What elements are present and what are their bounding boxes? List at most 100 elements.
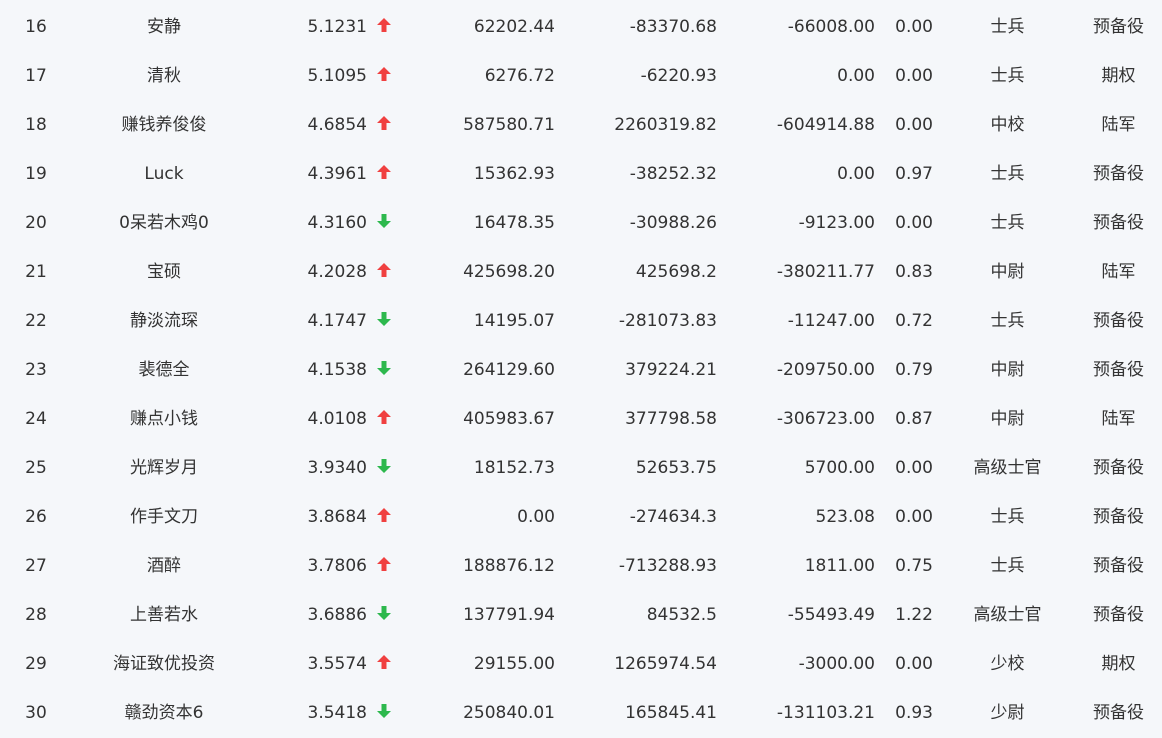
value1-cell: 587580.71	[463, 115, 555, 135]
score-cell: 4.1747	[307, 311, 367, 331]
value2-cell: -83370.68	[629, 17, 717, 37]
score-cell: 3.5574	[307, 654, 367, 674]
value1-cell: 250840.01	[463, 703, 555, 723]
score-cell: 4.2028	[307, 262, 367, 282]
value2-cell: 1265974.54	[614, 654, 717, 674]
arrow-down-icon	[376, 591, 392, 640]
value2-cell: -38252.32	[629, 164, 717, 184]
arrow-down-icon	[376, 297, 392, 346]
table-row[interactable]: 30 赣劲资本6 3.5418 250840.01 165845.41 -131103.2…	[0, 689, 1162, 738]
value1-cell: 18152.73	[473, 458, 555, 478]
value3-cell: -306723.00	[776, 409, 875, 429]
group-cell: 陆军	[1101, 262, 1136, 282]
value1-cell: 62202.44	[473, 17, 555, 37]
value4-cell: 1.22	[895, 605, 933, 625]
score-cell: 3.6886	[307, 605, 367, 625]
value2-cell: -30988.26	[629, 213, 717, 233]
value4-cell: 0.97	[895, 164, 933, 184]
rank-cell: 22	[25, 311, 47, 331]
level-cell: 中尉	[990, 262, 1025, 282]
table-row[interactable]: 21 宝硕 4.2028 425698.20 425698.2 -380211.77 0.8…	[0, 248, 1162, 297]
group-cell: 预备役	[1093, 458, 1144, 478]
value4-cell: 0.00	[895, 654, 933, 674]
level-cell: 少尉	[990, 703, 1025, 723]
score-cell: 3.5418	[307, 703, 367, 723]
arrow-up-icon	[376, 150, 392, 199]
score-cell: 5.1095	[307, 66, 367, 86]
name-cell: 宝硕	[147, 262, 181, 282]
table-row[interactable]: 18 赚钱养俊俊 4.6854 587580.71 2260319.82 -604914.…	[0, 101, 1162, 150]
value4-cell: 0.87	[895, 409, 933, 429]
rank-cell: 18	[25, 115, 47, 135]
group-cell: 期权	[1101, 654, 1136, 674]
group-cell: 陆军	[1101, 115, 1136, 135]
table-row[interactable]: 25 光辉岁月 3.9340 18152.73 52653.75 5700.00 0.00 高…	[0, 444, 1162, 493]
value2-cell: 84532.5	[646, 605, 717, 625]
group-cell: 预备役	[1093, 17, 1144, 37]
value1-cell: 425698.20	[463, 262, 555, 282]
value3-cell: -9123.00	[798, 213, 875, 233]
rank-cell: 20	[25, 213, 47, 233]
level-cell: 中校	[990, 115, 1025, 135]
table-row[interactable]: 29 海证致优投资 3.5574 29155.00 1265974.54 -3000.00…	[0, 640, 1162, 689]
table-row[interactable]: 22 静淡流琛 4.1747 14195.07 -281073.83 -11247.00 0…	[0, 297, 1162, 346]
level-cell: 中尉	[990, 409, 1025, 429]
value3-cell: 1811.00	[804, 556, 875, 576]
table-row[interactable]: 16 安静 5.1231 62202.44 -83370.68 -66008.00 0.00…	[0, 3, 1162, 52]
arrow-down-icon	[376, 444, 392, 493]
score-cell: 3.8684	[307, 507, 367, 527]
arrow-up-icon	[376, 395, 392, 444]
table-row[interactable]: 27 酒醉 3.7806 188876.12 -713288.93 1811.00 0.75…	[0, 542, 1162, 591]
name-cell: 酒醉	[147, 556, 181, 576]
ranking-table: 16 安静 5.1231 62202.44 -83370.68 -66008.00 0.00…	[0, 3, 1162, 738]
level-cell: 高级士官	[973, 605, 1042, 625]
table-row[interactable]: 19 Luck 4.3961 15362.93 -38252.32 0.00 0.97 士兵 预…	[0, 150, 1162, 199]
rank-cell: 17	[25, 66, 47, 86]
level-cell: 士兵	[990, 66, 1025, 86]
value3-cell: -11247.00	[787, 311, 875, 331]
table-row[interactable]: 28 上善若水 3.6886 137791.94 84532.5 -55493.49 1.2…	[0, 591, 1162, 640]
value2-cell: -281073.83	[618, 311, 717, 331]
table-row[interactable]: 24 赚点小钱 4.0108 405983.67 377798.58 -306723.00…	[0, 395, 1162, 444]
value2-cell: 52653.75	[635, 458, 717, 478]
value1-cell: 0.00	[517, 507, 555, 527]
name-cell: 赣劲资本6	[124, 703, 204, 723]
arrow-down-icon	[376, 199, 392, 248]
rank-cell: 19	[25, 164, 47, 184]
name-cell: 赚点小钱	[130, 409, 198, 429]
table-row[interactable]: 23 裴德全 4.1538 264129.60 379224.21 -209750.00 0…	[0, 346, 1162, 395]
value3-cell: -131103.21	[776, 703, 875, 723]
rank-cell: 25	[25, 458, 47, 478]
name-cell: Luck	[144, 164, 184, 184]
group-cell: 预备役	[1093, 213, 1144, 233]
score-cell: 3.9340	[307, 458, 367, 478]
score-cell: 4.3160	[307, 213, 367, 233]
value4-cell: 0.79	[895, 360, 933, 380]
rank-cell: 23	[25, 360, 47, 380]
name-cell: 上善若水	[130, 605, 198, 625]
value3-cell: -604914.88	[776, 115, 875, 135]
value3-cell: -66008.00	[787, 17, 875, 37]
value3-cell: 523.08	[815, 507, 875, 527]
level-cell: 士兵	[990, 556, 1025, 576]
level-cell: 士兵	[990, 213, 1025, 233]
value4-cell: 0.00	[895, 507, 933, 527]
rank-cell: 30	[25, 703, 47, 723]
rank-cell: 16	[25, 17, 47, 37]
name-cell: 安静	[147, 17, 181, 37]
table-row[interactable]: 26 作手文刀 3.8684 0.00 -274634.3 523.08 0.00 士兵 预备役	[0, 493, 1162, 542]
group-cell: 预备役	[1093, 311, 1144, 331]
value2-cell: -6220.93	[640, 66, 717, 86]
value3-cell: -3000.00	[798, 654, 875, 674]
value1-cell: 6276.72	[484, 66, 555, 86]
level-cell: 中尉	[990, 360, 1025, 380]
table-row[interactable]: 17 清秋 5.1095 6276.72 -6220.93 0.00 0.00 士兵 期权	[0, 52, 1162, 101]
value4-cell: 0.00	[895, 213, 933, 233]
value1-cell: 188876.12	[463, 556, 555, 576]
group-cell: 预备役	[1093, 605, 1144, 625]
arrow-up-icon	[376, 101, 392, 150]
score-cell: 4.3961	[307, 164, 367, 184]
value3-cell: -209750.00	[776, 360, 875, 380]
table-row[interactable]: 20 0呆若木鸡0 4.3160 16478.35 -30988.26 -9123.00 0…	[0, 199, 1162, 248]
name-cell: 清秋	[147, 66, 181, 86]
